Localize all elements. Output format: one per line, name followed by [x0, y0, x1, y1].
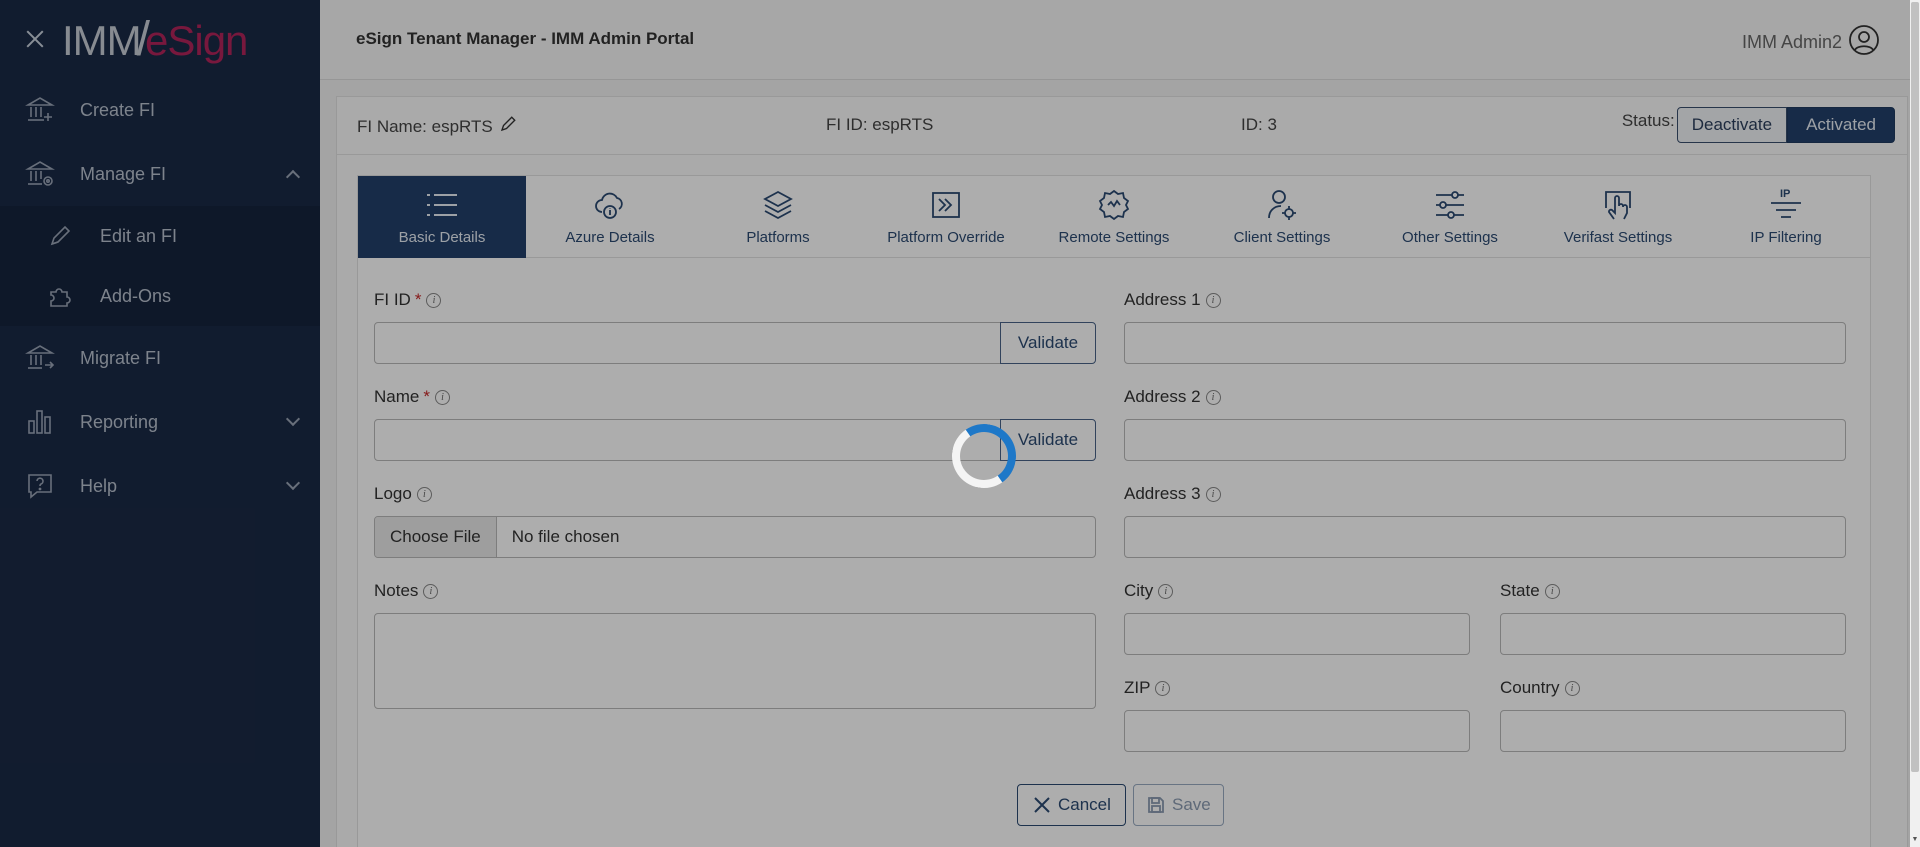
loading-overlay	[0, 0, 1910, 847]
scrollbar-thumb[interactable]	[1911, 2, 1919, 772]
scroll-down-arrow-icon[interactable]: ▼	[1910, 835, 1920, 845]
scrollbar[interactable]: ▼	[1910, 0, 1920, 847]
